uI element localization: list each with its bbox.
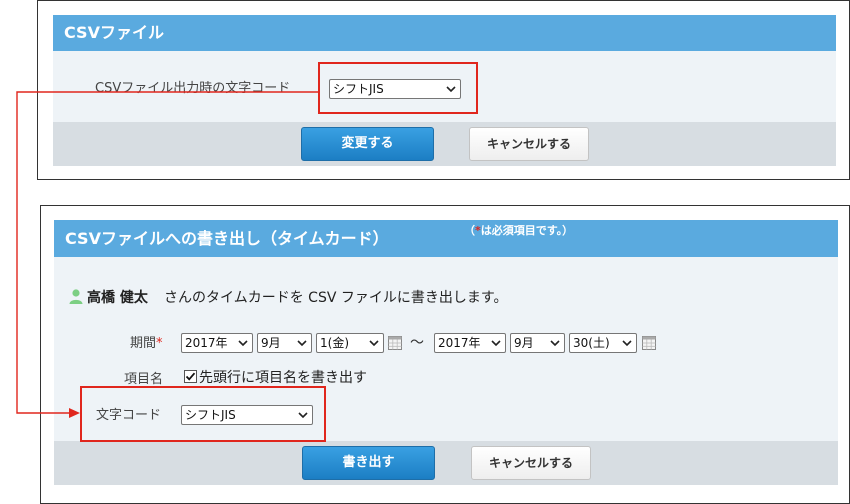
chevron-down-icon [491, 340, 501, 347]
highlight-box-top [318, 62, 478, 114]
csv-export-header: CSVファイルへの書き出し（タイムカード） （*は必須項目です。） [54, 220, 838, 257]
item-name-label: 項目名 [124, 372, 164, 387]
user-name: 高橋 健太 [87, 290, 148, 306]
cancel-button[interactable]: キャンセルする [471, 446, 591, 480]
csv-export-footer: 書き出す キャンセルする [54, 441, 838, 485]
encoding-label: CSVファイル出力時の文字コード [95, 81, 291, 96]
from-year-select[interactable]: 2017年 [181, 333, 253, 353]
chevron-down-icon [622, 340, 632, 347]
from-day-select[interactable]: 1(金) [316, 333, 384, 353]
chevron-down-icon [238, 340, 248, 347]
period-label: 期間* [130, 336, 163, 351]
calendar-icon[interactable] [388, 336, 402, 350]
chevron-down-icon [369, 340, 379, 347]
range-tilde: ～ [410, 335, 424, 351]
chevron-down-icon [297, 340, 307, 347]
csv-export-panel: CSVファイルへの書き出し（タイムカード） （*は必須項目です。） 高橋 健太 … [54, 220, 838, 485]
user-icon [69, 289, 83, 304]
chevron-down-icon [550, 340, 560, 347]
header-row-checkbox[interactable] [184, 370, 197, 383]
required-mark: * [156, 336, 163, 351]
export-description: さんのタイムカードを CSV ファイルに書き出します。 [164, 290, 508, 306]
submit-change-button[interactable]: 変更する [301, 127, 434, 161]
from-month-select[interactable]: 9月 [257, 333, 312, 353]
export-button[interactable]: 書き出す [302, 446, 435, 480]
csv-settings-header: CSVファイル [53, 15, 836, 51]
required-note: （*は必須項目です。） [464, 224, 574, 237]
cancel-button[interactable]: キャンセルする [469, 127, 589, 161]
csv-export-frame: CSVファイルへの書き出し（タイムカード） （*は必須項目です。） 高橋 健太 … [40, 205, 850, 504]
to-year-select[interactable]: 2017年 [434, 333, 506, 353]
csv-settings-footer: 変更する キャンセルする [53, 122, 836, 166]
to-month-select[interactable]: 9月 [510, 333, 565, 353]
calendar-icon[interactable] [642, 336, 656, 350]
highlight-box-bottom [80, 386, 326, 442]
panel-title: CSVファイル [64, 23, 164, 42]
to-day-select[interactable]: 30(土) [569, 333, 637, 353]
panel-title: CSVファイルへの書き出し（タイムカード） [65, 229, 389, 248]
checkbox-label[interactable]: 先頭行に項目名を書き出す [199, 367, 367, 387]
